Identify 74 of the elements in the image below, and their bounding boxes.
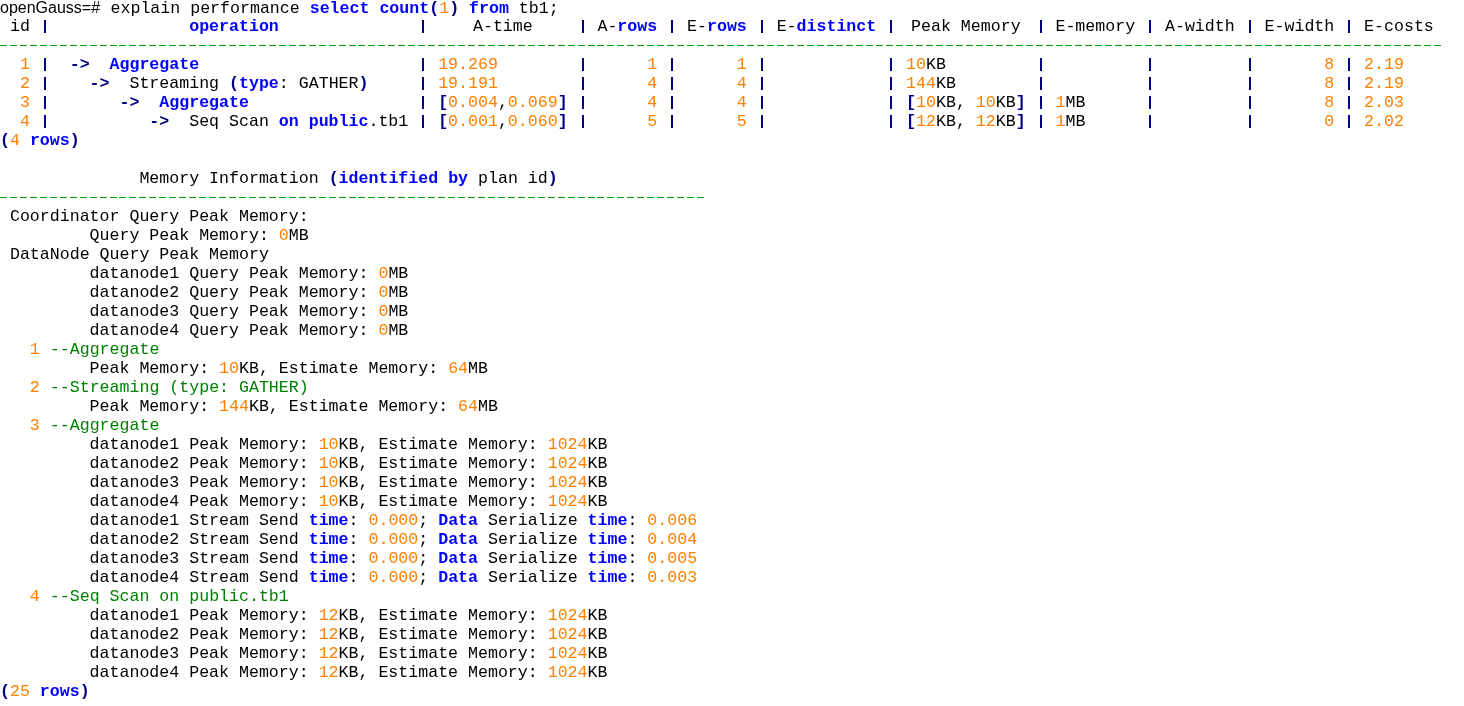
table-cell: 4 — [647, 93, 658, 112]
table-cell: 4 — [736, 93, 747, 112]
table-cell: 10KB — [906, 55, 946, 74]
output-line: datanode1 Peak Memory: 12KB, Estimate Memory: 1024KB — [88, 606, 608, 625]
table-cell: [0.001,0.060] — [438, 112, 568, 131]
output-line: datanode2 Query Peak Memory: 0MB — [88, 283, 409, 302]
row-count-line: (4 rows) — [0, 131, 80, 150]
table-cell: 4 — [647, 74, 658, 93]
table-cell: 2.02 — [1364, 112, 1404, 131]
column-header: operation — [189, 17, 279, 36]
output-line: datanode1 Stream Send time: 0.000; Data Serialize time: 0.006 — [88, 511, 698, 530]
output-line: datanode1 Peak Memory: 10KB, Estimate Memory: 1024KB — [88, 435, 608, 454]
table-cell: 2.19 — [1364, 55, 1404, 74]
output-line: datanode4 Peak Memory: 10KB, Estimate Memory: 1024KB — [88, 492, 608, 511]
table-cell: 144KB — [906, 74, 956, 93]
table-cell: 1MB — [1055, 93, 1086, 112]
column-header: E-costs — [1364, 17, 1434, 36]
table-cell-text: -> Seq Scan on public.tb1 — [148, 112, 409, 131]
output-line: Peak Memory: 144KB, Estimate Memory: 64MB — [88, 397, 498, 416]
output-line: 3 --Aggregate — [28, 416, 160, 435]
table-cell: 1 — [19, 55, 30, 74]
column-header: A-width — [1165, 17, 1235, 36]
row-count-line: (25 rows) — [0, 682, 90, 701]
output-line: 1 --Aggregate — [28, 340, 160, 359]
output-line: datanode3 Stream Send time: 0.000; Data Serialize time: 0.005 — [88, 549, 698, 568]
section-title: Memory Information (identified by plan id) — [138, 169, 558, 188]
table-cell: 1MB — [1055, 112, 1086, 131]
table-cell: 0 — [1324, 112, 1335, 131]
column-header: E-distinct — [776, 17, 877, 36]
table-cell: 19.191 — [438, 74, 498, 93]
column-header: E-width — [1264, 17, 1335, 36]
table-cell-text: -> Aggregate — [68, 55, 200, 74]
output-line: datanode4 Query Peak Memory: 0MB — [88, 321, 409, 340]
table-cell: 4 — [736, 74, 747, 93]
output-line: datanode2 Peak Memory: 10KB, Estimate Memory: 1024KB — [88, 454, 608, 473]
table-cell: 2.19 — [1364, 74, 1404, 93]
table-cell: 8 — [1324, 93, 1335, 112]
table-cell: 8 — [1324, 55, 1335, 74]
table-cell: 8 — [1324, 74, 1335, 93]
command-line: openGauss=# explain performance select count(1) from tb1; — [0, 0, 559, 17]
column-header: E-memory — [1055, 17, 1136, 36]
output-line: DataNode Query Peak Memory — [8, 245, 269, 264]
output-line: datanode1 Query Peak Memory: 0MB — [88, 264, 409, 283]
column-header: id — [9, 17, 30, 36]
table-cell: 19.269 — [438, 55, 498, 74]
output-line: datanode3 Peak Memory: 10KB, Estimate Memory: 1024KB — [88, 473, 608, 492]
output-line: datanode3 Peak Memory: 12KB, Estimate Memory: 1024KB — [88, 644, 608, 663]
output-line: datanode4 Stream Send time: 0.000; Data Serialize time: 0.003 — [88, 568, 698, 587]
column-header: Peak Memory — [911, 17, 1021, 36]
table-cell: 3 — [19, 93, 30, 112]
output-line: 2 --Streaming (type: GATHER) — [28, 378, 309, 397]
column-header: A-rows — [597, 17, 658, 36]
table-cell: 5 — [647, 112, 658, 131]
output-line: 4 --Seq Scan on public.tb1 — [28, 587, 289, 606]
table-cell-text: -> Streaming (type: GATHER) — [88, 74, 369, 93]
output-line: Peak Memory: 10KB, Estimate Memory: 64MB — [88, 359, 488, 378]
column-header: E-rows — [687, 17, 747, 36]
table-cell-text: -> Aggregate — [118, 93, 249, 112]
output-line: datanode3 Query Peak Memory: 0MB — [88, 302, 409, 321]
output-line: datanode4 Peak Memory: 12KB, Estimate Memory: 1024KB — [88, 663, 608, 682]
table-cell: [0.004,0.069] — [438, 93, 568, 112]
table-cell: 1 — [647, 55, 658, 74]
output-line: datanode2 Peak Memory: 12KB, Estimate Memory: 1024KB — [88, 625, 608, 644]
table-cell: 1 — [736, 55, 747, 74]
table-cell: 2 — [19, 74, 30, 93]
column-header: A-time — [472, 17, 533, 36]
table-cell: 5 — [736, 112, 747, 131]
table-cell: [12KB, 12KB] — [906, 112, 1026, 131]
output-line: datanode2 Stream Send time: 0.000; Data Serialize time: 0.004 — [88, 530, 698, 549]
table-cell: [10KB, 10KB] — [906, 93, 1026, 112]
table-cell: 2.03 — [1364, 93, 1404, 112]
output-line: Coordinator Query Peak Memory: — [8, 207, 309, 226]
table-cell: 4 — [19, 112, 30, 131]
output-line: Query Peak Memory: 0MB — [88, 226, 309, 245]
